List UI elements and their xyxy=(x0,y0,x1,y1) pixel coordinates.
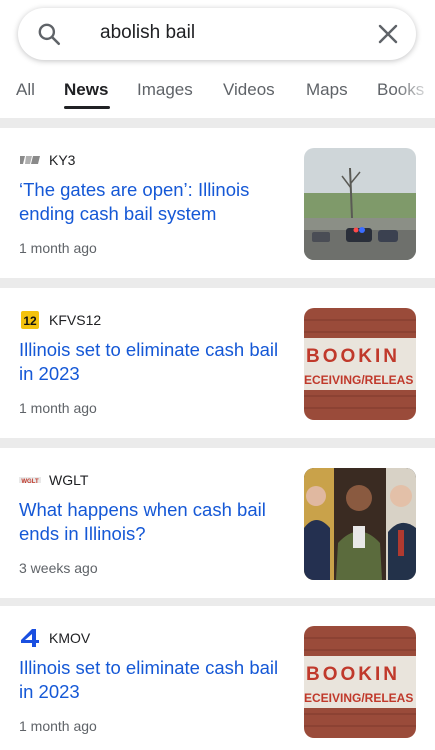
search-input[interactable]: abolish bail xyxy=(100,22,195,44)
booking-sign-thumbnail[interactable]: BOOKIN ECEIVING/RELEAS xyxy=(304,626,416,738)
news-card[interactable]: KMOV Illinois set to eliminate cash bail… xyxy=(0,606,435,750)
timestamp: 1 month ago xyxy=(19,240,97,256)
search-bar[interactable]: abolish bail xyxy=(18,8,416,60)
active-tab-indicator xyxy=(64,106,110,109)
svg-text:BOOKIN: BOOKIN xyxy=(306,664,400,685)
search-tabs: All News Images Videos Maps Books xyxy=(0,74,435,114)
news-card[interactable]: KY3 ‘The gates are open’: Illinois endin… xyxy=(0,128,435,278)
wglt-logo: WGLT xyxy=(19,472,41,488)
source-row: KY3 xyxy=(19,150,75,170)
source-name: WGLT xyxy=(49,472,89,488)
news-card[interactable]: WGLT WGLT What happens when cash bail en… xyxy=(0,448,435,598)
three-men-thumbnail[interactable] xyxy=(304,468,416,580)
svg-text:ECEIVING/RELEAS: ECEIVING/RELEAS xyxy=(304,373,413,387)
headline-link[interactable]: What happens when cash bail ends in Illi… xyxy=(19,498,281,546)
kmov-logo xyxy=(19,629,41,647)
news-card[interactable]: 12 KFVS12 Illinois set to eliminate cash… xyxy=(0,288,435,438)
close-icon[interactable] xyxy=(376,22,400,46)
source-row: KMOV xyxy=(19,628,90,648)
divider xyxy=(0,278,435,288)
police-street-thumbnail[interactable] xyxy=(304,148,416,260)
svg-text:WGLT: WGLT xyxy=(21,479,39,485)
source-name: KY3 xyxy=(49,152,76,168)
headline-link[interactable]: ‘The gates are open’: Illinois ending ca… xyxy=(19,178,281,226)
kfvs12-logo: 12 xyxy=(19,311,41,329)
divider xyxy=(0,438,435,448)
tab-all[interactable]: All xyxy=(16,80,35,100)
svg-text:12: 12 xyxy=(23,314,37,328)
timestamp: 1 month ago xyxy=(19,400,97,416)
headline-link[interactable]: Illinois set to eliminate cash bail in 2… xyxy=(19,656,281,704)
tab-maps[interactable]: Maps xyxy=(306,80,348,100)
timestamp: 3 weeks ago xyxy=(19,560,98,576)
source-row: 12 KFVS12 xyxy=(19,310,101,330)
tab-images[interactable]: Images xyxy=(137,80,193,100)
divider xyxy=(0,118,435,128)
tabs-fade xyxy=(395,74,435,114)
source-name: KMOV xyxy=(49,630,91,646)
booking-sign-thumbnail[interactable]: BOOKIN ECEIVING/RELEAS xyxy=(304,308,416,420)
headline-link[interactable]: Illinois set to eliminate cash bail in 2… xyxy=(19,338,281,386)
timestamp: 1 month ago xyxy=(19,718,97,734)
ky3-logo xyxy=(19,152,41,168)
tab-news[interactable]: News xyxy=(64,80,108,100)
svg-text:ECEIVING/RELEAS: ECEIVING/RELEAS xyxy=(304,691,413,705)
svg-text:BOOKIN: BOOKIN xyxy=(306,346,400,367)
source-name: KFVS12 xyxy=(49,312,102,328)
source-row: WGLT WGLT xyxy=(19,470,88,490)
search-icon xyxy=(38,23,61,46)
tab-videos[interactable]: Videos xyxy=(223,80,275,100)
